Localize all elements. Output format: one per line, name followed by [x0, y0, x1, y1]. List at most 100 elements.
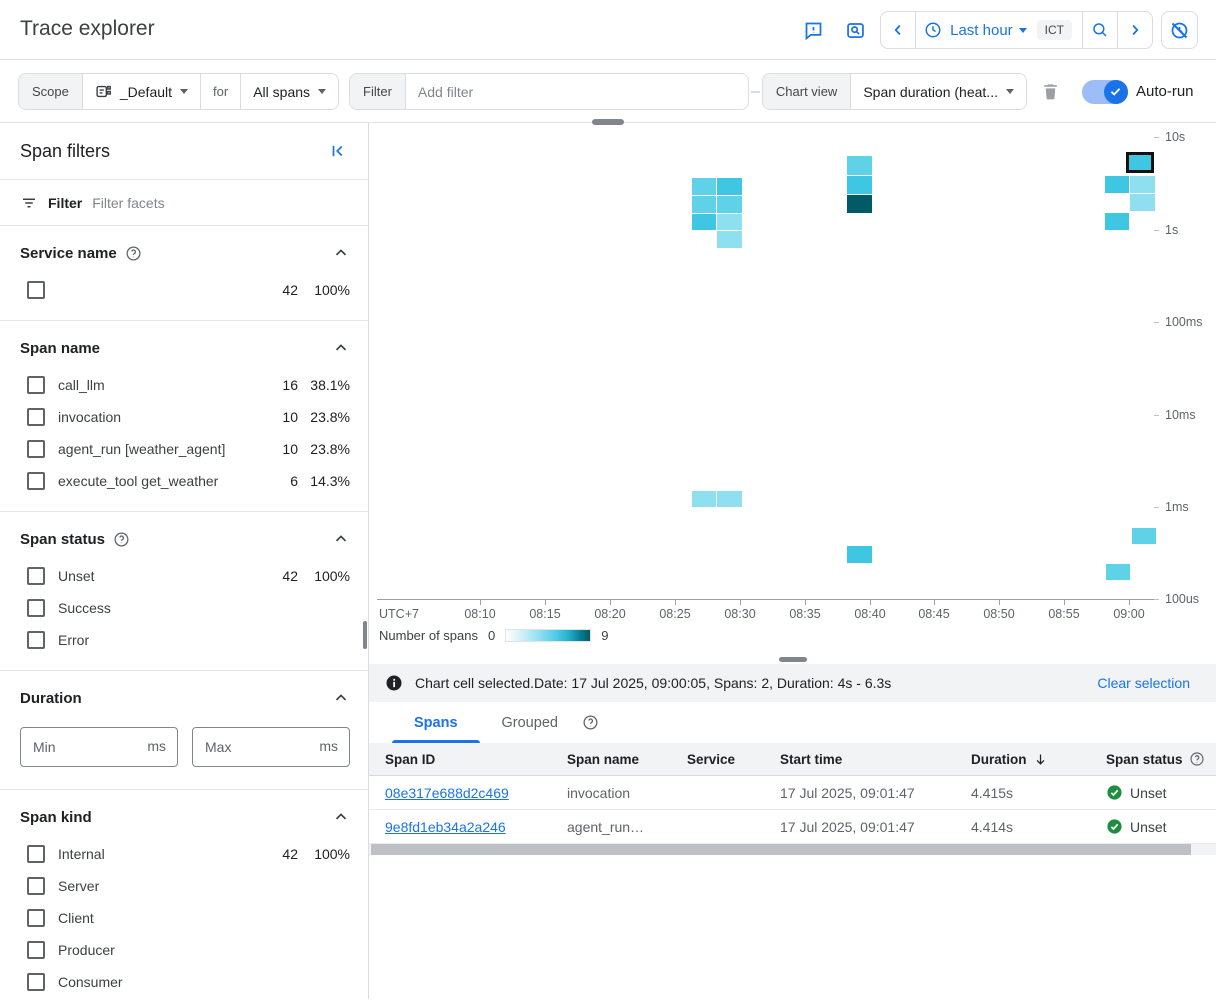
timezone-badge[interactable]: ICT	[1037, 20, 1072, 40]
heatmap-cell[interactable]	[847, 176, 872, 194]
start-time-cell: 17 Jul 2025, 09:01:47	[780, 819, 971, 835]
col-service[interactable]: Service	[687, 752, 780, 767]
auto-run-toggle[interactable]	[1082, 80, 1128, 104]
facet-checkbox[interactable]	[27, 567, 45, 585]
facet-checkbox[interactable]	[27, 472, 45, 490]
filter-section-service-name: Service name42100%	[0, 226, 368, 321]
facet-checkbox[interactable]	[27, 631, 45, 649]
clear-selection-button[interactable]: Clear selection	[1097, 675, 1190, 691]
heatmap-cell[interactable]	[717, 491, 742, 507]
heatmap-cell[interactable]	[692, 491, 716, 507]
disable-time-sync-button[interactable]	[1161, 11, 1198, 49]
facet-count: 42	[262, 846, 298, 862]
facet-checkbox[interactable]	[27, 599, 45, 617]
facet-label: call_llm	[58, 377, 262, 393]
facet-checkbox[interactable]	[27, 376, 45, 394]
span-id-link[interactable]: 08e317e688d2c469	[385, 785, 567, 801]
collapse-sidebar-button[interactable]	[324, 133, 352, 169]
facet-count: 42	[262, 568, 298, 584]
vertical-resize-handle[interactable]	[779, 657, 807, 662]
feedback-button[interactable]	[796, 12, 830, 48]
heatmap-cell[interactable]	[692, 214, 716, 230]
facet-filter-label: Filter	[48, 195, 82, 211]
scope-dropdown[interactable]: _Default	[83, 74, 200, 109]
section-header[interactable]: Duration	[0, 677, 368, 719]
facet-row: call_llm1638.1%	[0, 369, 368, 401]
auto-run-label: Auto-run	[1136, 83, 1194, 100]
heatmap-cell[interactable]	[692, 196, 716, 213]
facet-filter[interactable]: Filter Filter facets	[0, 180, 368, 226]
facet-count: 6	[262, 473, 298, 489]
filter-input[interactable]	[418, 84, 736, 100]
chevron-up-icon[interactable]	[332, 808, 350, 826]
heatmap-cell[interactable]	[1106, 564, 1130, 580]
heatmap-cell[interactable]	[847, 156, 872, 175]
section-title: Span kind	[20, 809, 92, 826]
facet-checkbox[interactable]	[27, 909, 45, 927]
sidebar-scrollbar[interactable]	[363, 621, 367, 649]
heatmap-cell[interactable]	[1130, 194, 1155, 211]
help-icon[interactable]	[125, 245, 142, 262]
horizontal-resize-handle[interactable]	[592, 119, 624, 125]
section-header[interactable]: Span status	[0, 518, 368, 560]
heatmap-cell[interactable]	[847, 195, 872, 213]
facet-row: invocation1023.8%	[0, 401, 368, 433]
chevron-up-icon[interactable]	[332, 339, 350, 357]
facet-row: Server	[0, 870, 368, 902]
col-duration[interactable]: Duration	[971, 752, 1106, 767]
tab-grouped[interactable]: Grouped	[480, 702, 580, 743]
heatmap-cell[interactable]	[1105, 176, 1129, 193]
time-back-button[interactable]	[881, 12, 916, 48]
time-forward-button[interactable]	[1117, 12, 1152, 48]
help-icon[interactable]	[113, 531, 130, 548]
col-span-status[interactable]: Span status	[1106, 751, 1216, 767]
tab-spans[interactable]: Spans	[392, 702, 480, 743]
heatmap-cell[interactable]	[717, 231, 742, 248]
facet-checkbox[interactable]	[27, 973, 45, 991]
col-span-id[interactable]: Span ID	[385, 752, 567, 767]
time-range-dropdown[interactable]: Last hour	[916, 12, 1035, 48]
heatmap-cell[interactable]	[1132, 528, 1156, 544]
heatmap-cell[interactable]	[717, 178, 742, 195]
col-span-name[interactable]: Span name	[567, 752, 687, 767]
heatmap-cell[interactable]	[1105, 213, 1129, 230]
grouped-help-icon[interactable]	[582, 714, 599, 731]
chevron-up-icon[interactable]	[332, 244, 350, 262]
facet-checkbox[interactable]	[27, 408, 45, 426]
table-row[interactable]: 9e8fd1eb34a2a246agent_run…17 Jul 2025, 0…	[369, 810, 1216, 844]
x-tick-mark	[740, 600, 741, 605]
heatmap-cell[interactable]	[717, 214, 742, 230]
chevron-up-icon[interactable]	[332, 689, 350, 707]
table-hscrollbar-thumb[interactable]	[371, 844, 1191, 855]
heatmap-cell[interactable]	[717, 196, 742, 213]
heatmap-cell[interactable]	[847, 546, 872, 563]
section-header[interactable]: Service name	[0, 232, 368, 274]
facet-percent: 100%	[298, 846, 350, 862]
facet-filter-placeholder: Filter facets	[92, 195, 164, 211]
chevron-up-icon[interactable]	[332, 530, 350, 548]
facet-count: 42	[262, 282, 298, 298]
facet-label: Client	[58, 910, 262, 926]
inspect-button[interactable]	[838, 12, 872, 48]
heatmap-cell[interactable]	[692, 178, 716, 195]
heatmap-cell[interactable]	[1130, 176, 1155, 193]
section-header[interactable]: Span name	[0, 327, 368, 369]
span-id-link[interactable]: 9e8fd1eb34a2a246	[385, 819, 567, 835]
col-start-time[interactable]: Start time	[780, 752, 971, 767]
section-header[interactable]: Span kind	[0, 796, 368, 838]
table-row[interactable]: 08e317e688d2c469invocation17 Jul 2025, 0…	[369, 776, 1216, 810]
facet-checkbox[interactable]	[27, 281, 45, 299]
status-help-icon[interactable]	[1189, 751, 1205, 767]
facet-checkbox[interactable]	[27, 877, 45, 895]
chart-view-dropdown[interactable]: Span duration (heat...	[851, 74, 1026, 109]
facet-checkbox[interactable]	[27, 440, 45, 458]
facet-checkbox[interactable]	[27, 845, 45, 863]
time-zoom-out-button[interactable]	[1082, 12, 1117, 48]
heatmap-cell-selected[interactable]	[1126, 152, 1154, 173]
facet-count: 10	[262, 409, 298, 425]
facet-checkbox[interactable]	[27, 941, 45, 959]
y-tick-label: 1ms	[1165, 500, 1189, 514]
span-duration-heatmap: UTC+7 08:1008:1508:2008:2508:3008:3508:4…	[369, 123, 1216, 656]
delete-query-button[interactable]	[1041, 80, 1060, 104]
span-scope-dropdown[interactable]: All spans	[241, 74, 338, 109]
